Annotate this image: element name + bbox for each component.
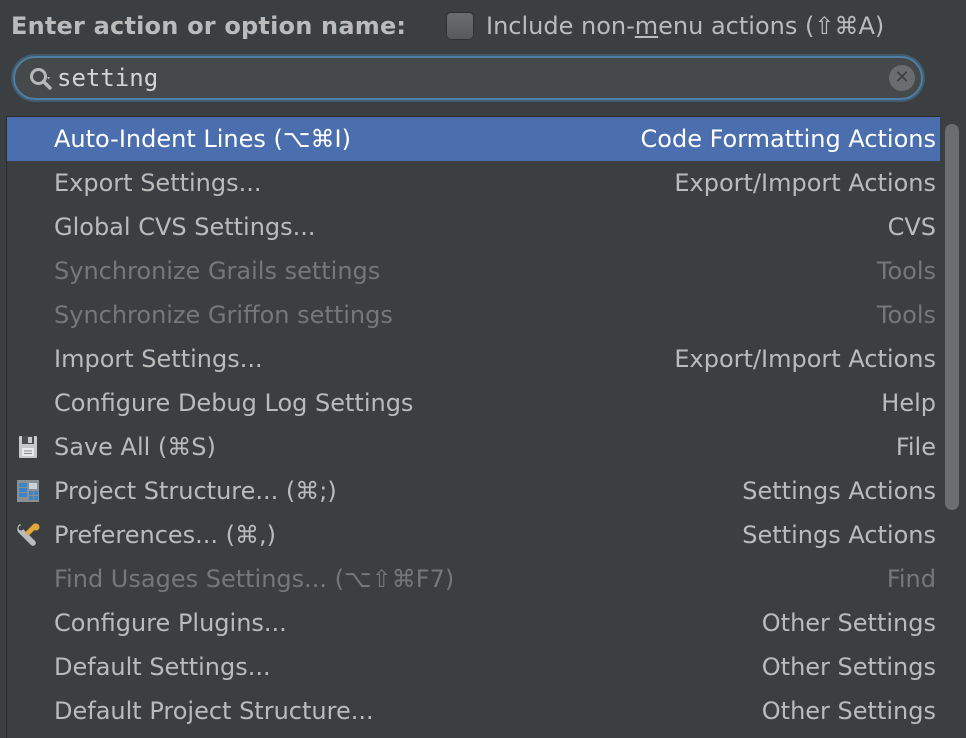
include-non-menu-label: Include non-menu actions (⇧⌘A) — [486, 12, 884, 40]
search-icon[interactable] — [27, 65, 55, 93]
result-group: Export/Import Actions — [674, 345, 936, 373]
result-name: Configure Plugins... — [54, 609, 287, 637]
include-non-menu-label-suffix: enu actions (⇧⌘A) — [658, 12, 885, 40]
result-row[interactable]: Project Structure... (⌘;) Settings Action… — [7, 469, 940, 513]
result-name: Default Settings... — [54, 653, 271, 681]
result-name: Auto-Indent Lines (⌥⌘I) — [54, 125, 351, 153]
search-input[interactable] — [57, 62, 877, 94]
result-group: File — [895, 433, 936, 461]
search-field[interactable]: ✕ — [13, 56, 923, 100]
result-group: Code Formatting Actions — [640, 125, 936, 153]
result-group: Settings Actions — [742, 477, 936, 505]
results-list: Auto-Indent Lines (⌥⌘I) Code Formatting A… — [6, 116, 940, 738]
result-name: Configure Debug Log Settings — [54, 389, 414, 417]
result-row[interactable]: Auto-Indent Lines (⌥⌘I) Code Formatting A… — [7, 117, 940, 161]
result-name: Synchronize Grails settings — [54, 257, 381, 285]
save-icon — [14, 433, 42, 461]
result-group: Settings Actions — [742, 521, 936, 549]
result-name: Find Usages Settings... (⌥⇧⌘F7) — [54, 565, 455, 593]
result-row[interactable]: Synchronize Grails settings Tools — [7, 249, 940, 293]
result-group: Export/Import Actions — [674, 169, 936, 197]
result-row[interactable]: Global CVS Settings... CVS — [7, 205, 940, 249]
result-group: Help — [881, 389, 936, 417]
result-name: Import Settings... — [54, 345, 263, 373]
result-row[interactable]: Default Settings... Other Settings — [7, 645, 940, 689]
result-group: Tools — [876, 257, 936, 285]
result-name: Preferences... (⌘,) — [54, 521, 277, 549]
action-search-header: Enter action or option name: Include non… — [0, 0, 966, 110]
include-non-menu-checkbox[interactable] — [446, 12, 474, 40]
result-group: Other Settings — [761, 697, 936, 725]
result-row[interactable]: Save All (⌘S) File — [7, 425, 940, 469]
scrollbar-thumb[interactable] — [945, 124, 959, 510]
result-group: Other Settings — [761, 609, 936, 637]
result-name: Save All (⌘S) — [54, 433, 216, 461]
project-structure-icon — [14, 477, 42, 505]
result-group: Other Settings — [761, 653, 936, 681]
result-name: Project Structure... (⌘;) — [54, 477, 337, 505]
result-name: Global CVS Settings... — [54, 213, 316, 241]
clear-icon[interactable]: ✕ — [889, 65, 915, 91]
prompt-label: Enter action or option name: — [11, 12, 407, 40]
results-scrollbar[interactable] — [940, 116, 966, 738]
result-group: Find — [886, 565, 936, 593]
result-row[interactable]: Preferences... (⌘,) Settings Actions — [7, 513, 940, 557]
result-name: Synchronize Griffon settings — [54, 301, 393, 329]
result-group: Tools — [876, 301, 936, 329]
mnemonic-letter: m — [634, 12, 659, 40]
result-row[interactable]: Configure Debug Log Settings Help — [7, 381, 940, 425]
result-row[interactable]: Export Settings... Export/Import Actions — [7, 161, 940, 205]
include-non-menu-label-prefix: Include non- — [486, 12, 635, 40]
result-row[interactable]: Find Usages Settings... (⌥⇧⌘F7) Find — [7, 557, 940, 601]
wrench-icon — [14, 521, 42, 549]
result-row[interactable]: Default Project Structure... Other Settin… — [7, 689, 940, 733]
result-row[interactable]: Configure Plugins... Other Settings — [7, 601, 940, 645]
result-name: Export Settings... — [54, 169, 262, 197]
result-group: CVS — [887, 213, 936, 241]
result-name: Default Project Structure... — [54, 697, 374, 725]
include-non-menu-toggle[interactable]: Include non-menu actions (⇧⌘A) — [446, 12, 884, 40]
result-row[interactable]: Synchronize Griffon settings Tools — [7, 293, 940, 337]
result-row[interactable]: Import Settings... Export/Import Actions — [7, 337, 940, 381]
